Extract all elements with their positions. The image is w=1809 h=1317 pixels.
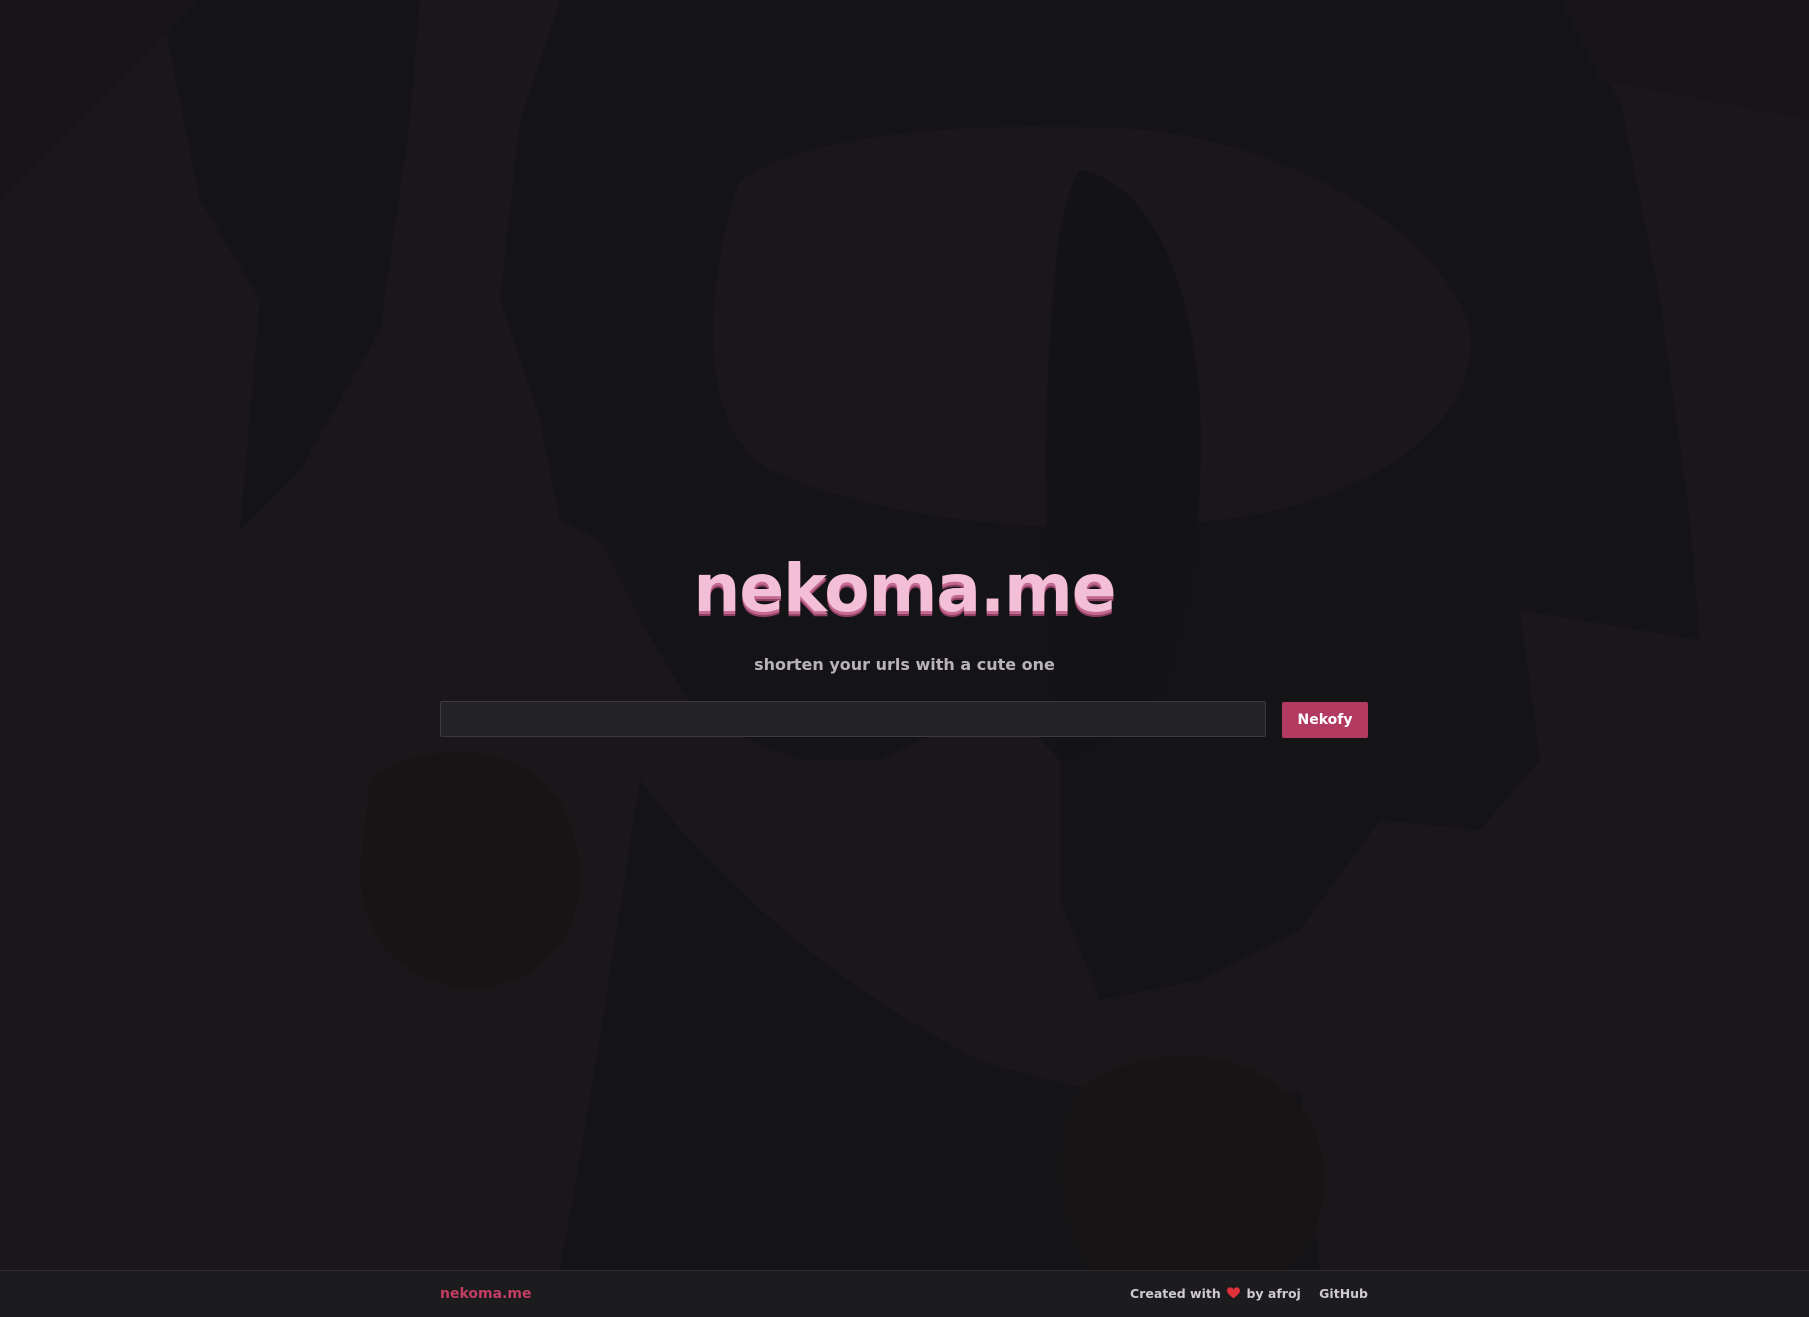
footer-credits: Created with by afroj GitHub	[1130, 1286, 1368, 1301]
heart-icon	[1227, 1287, 1241, 1299]
footer-brand-link[interactable]: nekoma.me	[440, 1286, 531, 1302]
github-link[interactable]: GitHub	[1319, 1286, 1368, 1301]
main-content: nekoma.me shorten your urls with a cute …	[0, 0, 1809, 1270]
tagline: shorten your urls with a cute one	[754, 655, 1055, 674]
page: nekoma.me shorten your urls with a cute …	[0, 0, 1809, 1317]
footer: nekoma.me Created with by afroj GitHub	[0, 1270, 1809, 1317]
nekofy-button[interactable]: Nekofy	[1282, 702, 1368, 738]
site-logo: nekoma.me	[693, 550, 1116, 627]
author-text: by afroj	[1246, 1286, 1301, 1301]
url-input[interactable]	[440, 701, 1266, 737]
created-with-text: Created with	[1130, 1286, 1221, 1301]
